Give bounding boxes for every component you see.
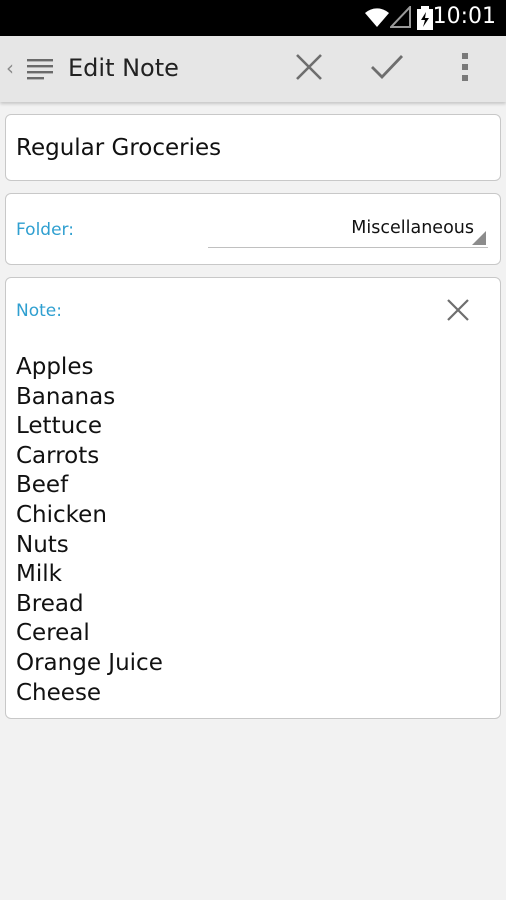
- folder-label: Folder:: [16, 220, 74, 240]
- close-icon: [446, 298, 470, 326]
- battery-charging-icon: [417, 6, 433, 34]
- folder-value: Miscellaneous: [351, 218, 474, 238]
- cancel-button[interactable]: [274, 36, 344, 102]
- dropdown-triangle-icon: [472, 231, 486, 245]
- title-value: Regular Groceries: [16, 135, 222, 161]
- note-card: Note: Apples Bananas Lettuce Carrots Bee…: [5, 277, 501, 719]
- up-navigation-button[interactable]: ‹: [0, 36, 62, 102]
- clear-note-button[interactable]: [436, 292, 480, 332]
- page-title: Edit Note: [68, 54, 179, 82]
- folder-card: Folder: Miscellaneous: [5, 193, 501, 265]
- title-field[interactable]: Regular Groceries: [5, 114, 501, 181]
- status-time: 10:01: [432, 4, 496, 29]
- check-icon: [370, 54, 404, 84]
- chevron-left-icon: ‹: [6, 56, 14, 80]
- overflow-menu-icon: [461, 52, 469, 86]
- close-icon: [295, 53, 323, 85]
- note-label: Note:: [16, 301, 62, 321]
- notes-lines-icon: [27, 58, 53, 84]
- action-bar: ‹ Edit Note: [0, 36, 506, 102]
- folder-dropdown[interactable]: Miscellaneous: [208, 216, 488, 248]
- status-bar: 10:01: [0, 0, 506, 36]
- note-text-area[interactable]: Apples Bananas Lettuce Carrots Beef Chic…: [16, 353, 486, 708]
- signal-icon: [388, 4, 412, 32]
- save-button[interactable]: [352, 36, 422, 102]
- wifi-icon: [364, 6, 390, 32]
- overflow-menu-button[interactable]: [430, 36, 500, 102]
